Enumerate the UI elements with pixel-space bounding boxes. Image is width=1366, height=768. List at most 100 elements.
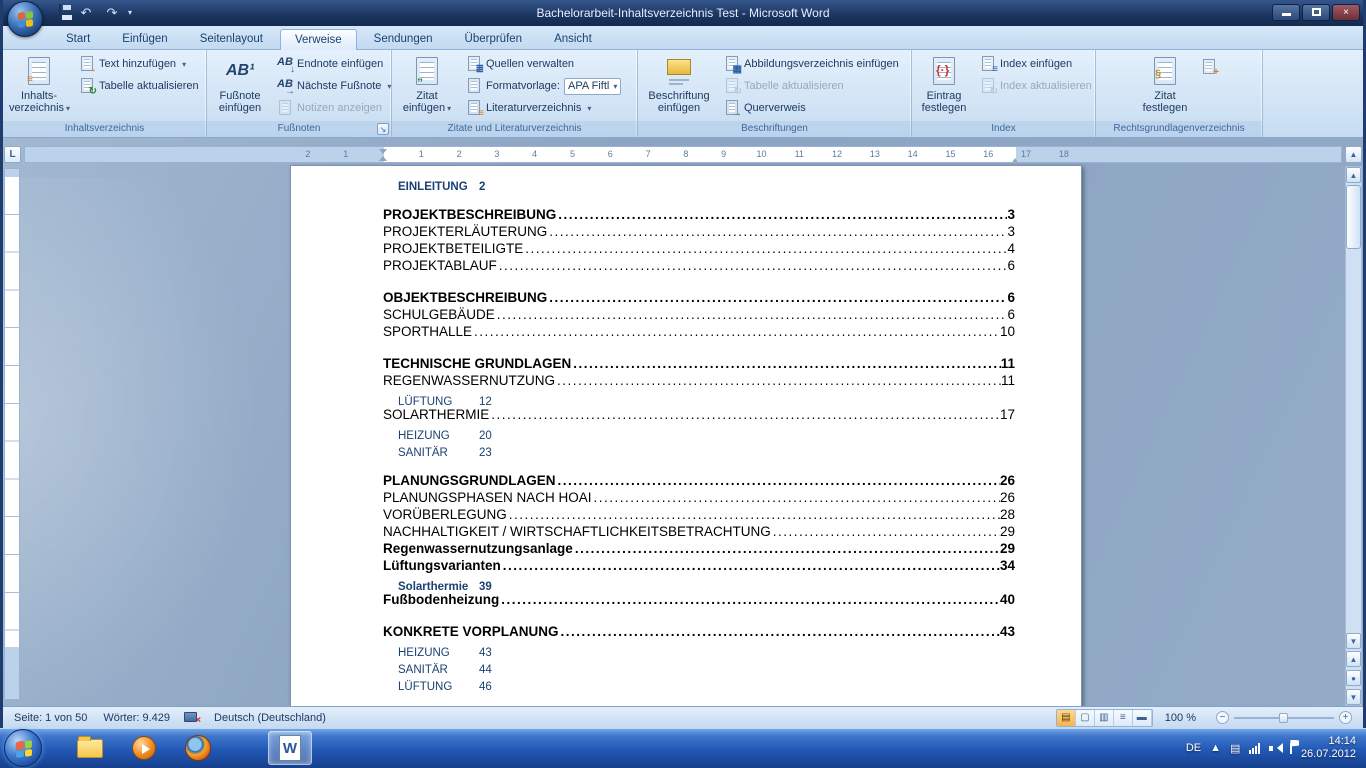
- beschriftung-einfuegen-button[interactable]: Beschriftung einfügen: [642, 53, 716, 121]
- fussnote-einfuegen-button[interactable]: AB¹ Fußnote einfügen: [211, 53, 269, 121]
- ruler-number: 14: [894, 149, 932, 159]
- toc-entry-label: NACHHALTIGKEIT / WIRTSCHAFTLICHKEITSBETR…: [383, 523, 771, 540]
- view-drucklayout-button[interactable]: ▤: [1057, 710, 1076, 726]
- keyboard-layout-icon[interactable]: ▤: [1230, 742, 1240, 755]
- word-count-indicator[interactable]: Wörter: 9.429: [95, 712, 178, 724]
- toc-entry: SANITÄR ................................…: [383, 657, 1013, 674]
- view-entwurf-button[interactable]: ▬: [1133, 710, 1152, 726]
- ribbon-tab[interactable]: Seitenlayout: [185, 28, 278, 49]
- taskbar-clock[interactable]: 14:14 26.07.2012: [1301, 735, 1356, 761]
- save-button[interactable]: [50, 3, 70, 22]
- formatvorlage-select[interactable]: APA Fiftl ▾: [564, 78, 621, 95]
- zitat-einfuegen-icon: „: [413, 56, 441, 88]
- abbildungsverzeichnis-einfuegen-button[interactable]: ▦ Abbildungsverzeichnis einfügen: [720, 54, 903, 74]
- view-vollbild-button[interactable]: ▢: [1076, 710, 1095, 726]
- zitat-festlegen-button[interactable]: § Zitat festlegen: [1137, 53, 1193, 121]
- page-count-indicator[interactable]: Seite: 1 von 50: [6, 712, 95, 724]
- toc-leader-dots: ........................................…: [501, 557, 1000, 574]
- ribbon-tab[interactable]: Überprüfen: [450, 28, 538, 49]
- spellcheck-indicator[interactable]: ×: [184, 711, 200, 724]
- zoom-out-button[interactable]: −: [1216, 711, 1229, 724]
- fussnoten-dialog-launcher[interactable]: ↘: [377, 123, 389, 135]
- close-button[interactable]: ×: [1332, 4, 1360, 21]
- tab-stop-selector[interactable]: L: [4, 146, 21, 163]
- ribbon-tab[interactable]: Einfügen: [107, 28, 182, 49]
- group-label-index: Index: [912, 121, 1095, 137]
- zoom-thumb[interactable]: [1279, 713, 1288, 723]
- rechtsgrundlagenverzeichnis-einfuegen-button[interactable]: +: [1197, 57, 1221, 77]
- toc-entry: Fußbodenheizung ........................…: [383, 591, 1015, 608]
- quellen-verwalten-icon: ≣: [466, 56, 482, 72]
- undo-button[interactable]: ↶: [76, 3, 96, 22]
- language-indicator[interactable]: Deutsch (Deutschland): [206, 712, 334, 724]
- toc-entry-label: PROJEKTERLÄUTERUNG: [383, 223, 547, 240]
- quellen-verwalten-button[interactable]: ≣ Quellen verwalten: [462, 54, 625, 74]
- redo-button[interactable]: ↷: [102, 3, 122, 22]
- horizontal-ruler[interactable]: 21123456789101112131415161718: [24, 146, 1342, 163]
- notizen-icon: [277, 100, 293, 116]
- toc-entry-label: KONKRETE VORPLANUNG: [383, 623, 559, 640]
- start-button[interactable]: [4, 729, 42, 767]
- right-indent-marker[interactable]: [1011, 154, 1019, 163]
- ribbon-tab[interactable]: Sendungen: [359, 28, 448, 49]
- ribbon-tab[interactable]: Start: [51, 28, 105, 49]
- left-indent-marker[interactable]: [379, 149, 388, 161]
- endnote-einfuegen-button[interactable]: AB↓ Endnote einfügen: [273, 54, 395, 74]
- view-gliederung-button[interactable]: ≡: [1114, 710, 1133, 726]
- minimize-button[interactable]: [1272, 4, 1300, 21]
- action-center-icon[interactable]: [1290, 743, 1292, 754]
- taskbar-media-player-button[interactable]: [122, 731, 166, 765]
- toc-page-number: 34: [1000, 557, 1015, 574]
- taskbar-explorer-button[interactable]: [68, 731, 112, 765]
- clock-date: 26.07.2012: [1301, 748, 1356, 761]
- network-icon[interactable]: [1249, 743, 1260, 754]
- scrollbar-thumb[interactable]: [1346, 185, 1361, 249]
- ruler-number: 10: [743, 149, 781, 159]
- vertical-ruler[interactable]: [4, 168, 20, 700]
- toc-entry-label: PROJEKTABLAUF: [383, 257, 497, 274]
- maximize-button[interactable]: [1302, 4, 1330, 21]
- ribbon-tab[interactable]: Verweise: [280, 29, 357, 50]
- zitat-einfuegen-button[interactable]: „ Zitat einfügen▾: [396, 53, 458, 121]
- group-label-zitate: Zitate und Literaturverzeichnis: [392, 121, 637, 137]
- select-browse-object-button[interactable]: ●: [1346, 670, 1361, 686]
- inhaltsverzeichnis-button[interactable]: ≡ Inhalts-verzeichnis▾: [7, 53, 71, 121]
- taskbar-word-button[interactable]: W: [268, 731, 312, 765]
- previous-page-button[interactable]: ▲: [1346, 651, 1361, 667]
- index-aktualisieren-button: ↻ Index aktualisieren: [976, 76, 1096, 96]
- eintrag-festlegen-button[interactable]: {·} Eintrag festlegen: [916, 53, 972, 121]
- vertical-scrollbar[interactable]: ▲ ▼ ▲ ● ▼: [1345, 166, 1362, 706]
- tabelle-aktualisieren-button[interactable]: ↻ Tabelle aktualisieren: [75, 76, 203, 96]
- ruler-number: 1: [327, 149, 365, 159]
- qat-customize-button[interactable]: ▾: [128, 8, 132, 17]
- ribbon-tab[interactable]: Ansicht: [539, 28, 607, 49]
- language-badge[interactable]: DE: [1186, 742, 1201, 754]
- taskbar-firefox-button[interactable]: [176, 731, 220, 765]
- zoom-track[interactable]: [1234, 717, 1334, 719]
- view-weblayout-button[interactable]: ▥: [1095, 710, 1114, 726]
- tray-expand-icon[interactable]: ▲: [1210, 742, 1221, 754]
- toc-entry-label: PLANUNGSGRUNDLAGEN: [383, 472, 556, 489]
- text-hinzufuegen-button[interactable]: → Text hinzufügen ▾: [75, 54, 203, 74]
- zoom-in-button[interactable]: +: [1339, 711, 1352, 724]
- index-einfuegen-button[interactable]: ≡ Index einfügen: [976, 54, 1096, 74]
- media-player-icon: [132, 736, 156, 760]
- toc-entry: NACHHALTIGKEIT / WIRTSCHAFTLICHKEITSBETR…: [383, 523, 1015, 540]
- beschriftung-icon: [665, 56, 693, 88]
- table-of-contents: EINLEITUNG .............................…: [291, 166, 1081, 706]
- querverweis-button[interactable]: → Querverweis: [720, 98, 903, 118]
- minimize-icon: [1282, 13, 1291, 16]
- document-page[interactable]: EINLEITUNG .............................…: [290, 165, 1082, 706]
- toc-page-number: 11: [1001, 355, 1015, 372]
- volume-icon[interactable]: [1269, 743, 1281, 754]
- literaturverzeichnis-button[interactable]: ≡ Literaturverzeichnis ▾: [462, 98, 625, 118]
- toc-entry-label: REGENWASSERNUTZUNG: [383, 372, 555, 389]
- zoom-level[interactable]: 100 %: [1157, 712, 1204, 724]
- ruler-toggle-button[interactable]: ▲: [1345, 146, 1362, 163]
- scroll-down-button[interactable]: ▼: [1346, 633, 1361, 649]
- office-button[interactable]: [7, 1, 43, 37]
- next-page-button[interactable]: ▼: [1346, 689, 1361, 705]
- naechste-fussnote-button[interactable]: AB→ Nächste Fußnote ▾: [273, 76, 395, 96]
- toc-entry-label: Lüftungsvarianten: [383, 557, 501, 574]
- scroll-up-button[interactable]: ▲: [1346, 167, 1361, 183]
